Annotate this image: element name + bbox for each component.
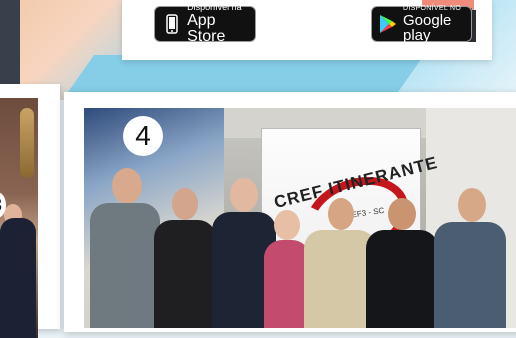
person-1: [90, 168, 160, 328]
person-suit: [0, 218, 36, 338]
person-6: [366, 198, 438, 328]
background-dark-strip: [0, 0, 20, 88]
app-store-small-label: Disponível na: [187, 2, 242, 12]
person-7: [434, 188, 506, 328]
google-play-badge[interactable]: DISPONÍVEL NO Google play: [371, 5, 472, 44]
person-2: [154, 188, 216, 328]
google-play-icon: [379, 14, 397, 34]
phone-icon: [162, 14, 181, 34]
app-download-card: Disponível na App Store DISPONÍVEL NO Go…: [122, 0, 492, 60]
app-store-badge[interactable]: Disponível na App Store: [154, 2, 256, 45]
group-photo: CREF ITINERANTE CREF3 - SC 4: [84, 108, 516, 328]
photo-previous: [0, 98, 38, 338]
photo-number-badge: 4: [123, 116, 163, 156]
google-play-small-label: DISPONÍVEL NO: [403, 5, 462, 12]
photo-card-previous[interactable]: 3: [0, 84, 60, 338]
background-diagonal-shape: [65, 55, 425, 95]
google-play-label: Google play: [403, 12, 452, 44]
photo-card-4[interactable]: CREF ITINERANTE CREF3 - SC 4: [64, 92, 516, 332]
trophy-shape: [20, 108, 34, 178]
app-store-label: App Store: [187, 12, 226, 45]
